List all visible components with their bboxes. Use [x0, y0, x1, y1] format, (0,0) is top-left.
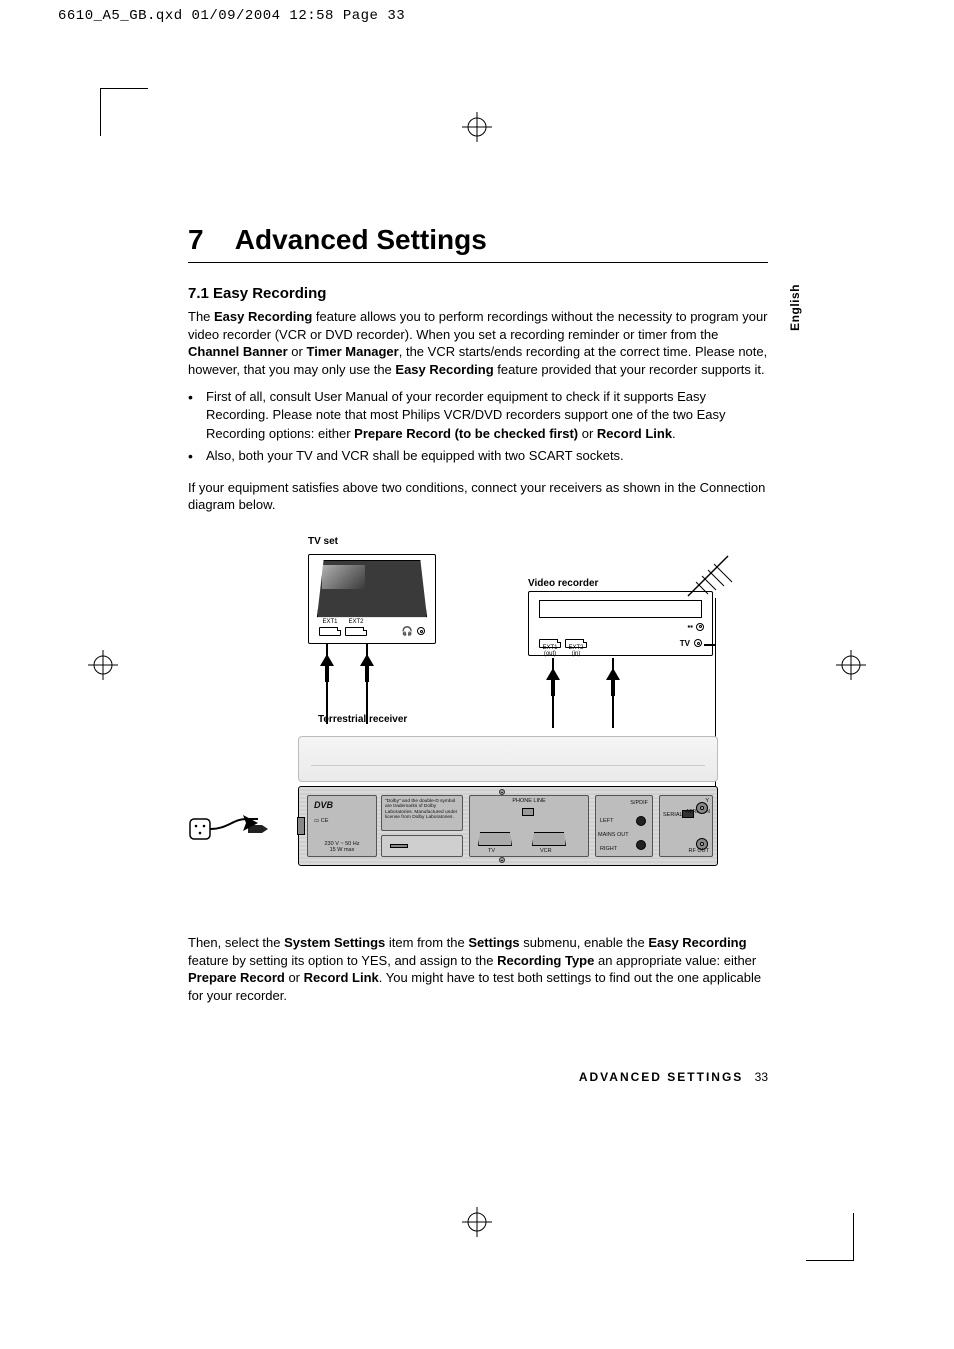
dolby-note: "Dolby" and the double-D symbol are trad… [385, 799, 459, 820]
scart-tv-icon [478, 832, 512, 846]
vcr-label: Video recorder [528, 578, 598, 589]
registration-mark [88, 650, 118, 680]
power-inlet-icon [297, 817, 305, 835]
diagram-intro: If your equipment satisfies above two co… [188, 479, 768, 514]
rca-jack-icon [636, 816, 646, 826]
scart-port-icon [345, 627, 367, 636]
chapter-heading: 7 Advanced Settings [188, 224, 768, 263]
coax-port-icon [417, 627, 425, 635]
mains-rating: 230 V ~ 50 Hz 15 W max [312, 841, 372, 853]
phone-line-label: PHONE LINE [512, 798, 545, 804]
list-item: Also, both your TV and VCR shall be equi… [188, 447, 768, 465]
scart-tv-label: TV [488, 848, 495, 854]
coax-port-icon [696, 623, 704, 631]
section-heading: 7.1 Easy Recording [188, 285, 768, 302]
spdif-label: S/PDIF [630, 800, 648, 806]
registration-mark [462, 112, 492, 142]
registration-mark [462, 1207, 492, 1237]
vcr-tv-label: TV [680, 639, 690, 648]
tv-ext1-label: EXT1 [319, 619, 341, 625]
intro-paragraph: The Easy Recording feature allows you to… [188, 308, 768, 378]
language-tab: English [788, 284, 802, 331]
connection-diagram: TV set EXT1 EXT2 🎧 Video recorder EXT1 (… [188, 536, 768, 906]
scart-vcr-icon [532, 832, 566, 846]
card-slot-icon [390, 844, 408, 848]
receiver-front-icon [298, 736, 718, 782]
scart-port-icon [319, 627, 341, 636]
print-job-header: 6610_A5_GB.qxd 01/09/2004 12:58 Page 33 [58, 8, 405, 24]
page-footer: ADVANCED SETTINGS 33 [188, 1070, 768, 1084]
scart-port-icon [565, 639, 587, 648]
scart-vcr-label: VCR [540, 848, 552, 854]
tv-label: TV set [308, 536, 338, 547]
scart-port-icon [539, 639, 561, 648]
closing-paragraph: Then, select the System Settings item fr… [188, 934, 768, 1004]
aerial-in-icon [696, 802, 708, 814]
phone-port-icon [522, 808, 534, 816]
receiver-rear-icon: DVB ▭ CE 230 V ~ 50 Hz 15 W max "Dolby" … [298, 786, 718, 866]
registration-mark [836, 650, 866, 680]
tv-ext2-label: EXT2 [345, 619, 367, 625]
chapter-title-text: Advanced Settings [235, 224, 487, 255]
receiver-label: Terrestrial receiver [318, 714, 407, 725]
crop-mark [100, 88, 148, 136]
requirements-list: First of all, consult User Manual of you… [188, 388, 768, 465]
crop-mark [806, 1213, 854, 1261]
dvb-logo: DVB [314, 801, 333, 811]
coax-port-icon [694, 639, 702, 647]
mains-plug-icon [188, 811, 288, 851]
antenna-icon [678, 546, 738, 606]
footer-section-label: ADVANCED SETTINGS [579, 1070, 743, 1084]
rf-out-label: RF OUT [689, 848, 709, 854]
chapter-number: 7 [188, 224, 228, 256]
left-audio-label: LEFT [600, 818, 613, 824]
cable [704, 644, 716, 646]
list-item: First of all, consult User Manual of you… [188, 388, 768, 443]
serial-label: SERIAL [663, 812, 683, 818]
footer-page-number: 33 [755, 1070, 768, 1084]
right-audio-label: RIGHT [600, 846, 617, 852]
ce-mark: CE [321, 818, 329, 824]
rca-jack-icon [636, 840, 646, 850]
page-content: 7 Advanced Settings 7.1 Easy Recording T… [188, 224, 768, 1014]
tv-icon: EXT1 EXT2 🎧 [308, 554, 436, 644]
headphone-icon: 🎧 [402, 626, 413, 637]
mains-out-label: MAINS OUT [598, 832, 629, 838]
